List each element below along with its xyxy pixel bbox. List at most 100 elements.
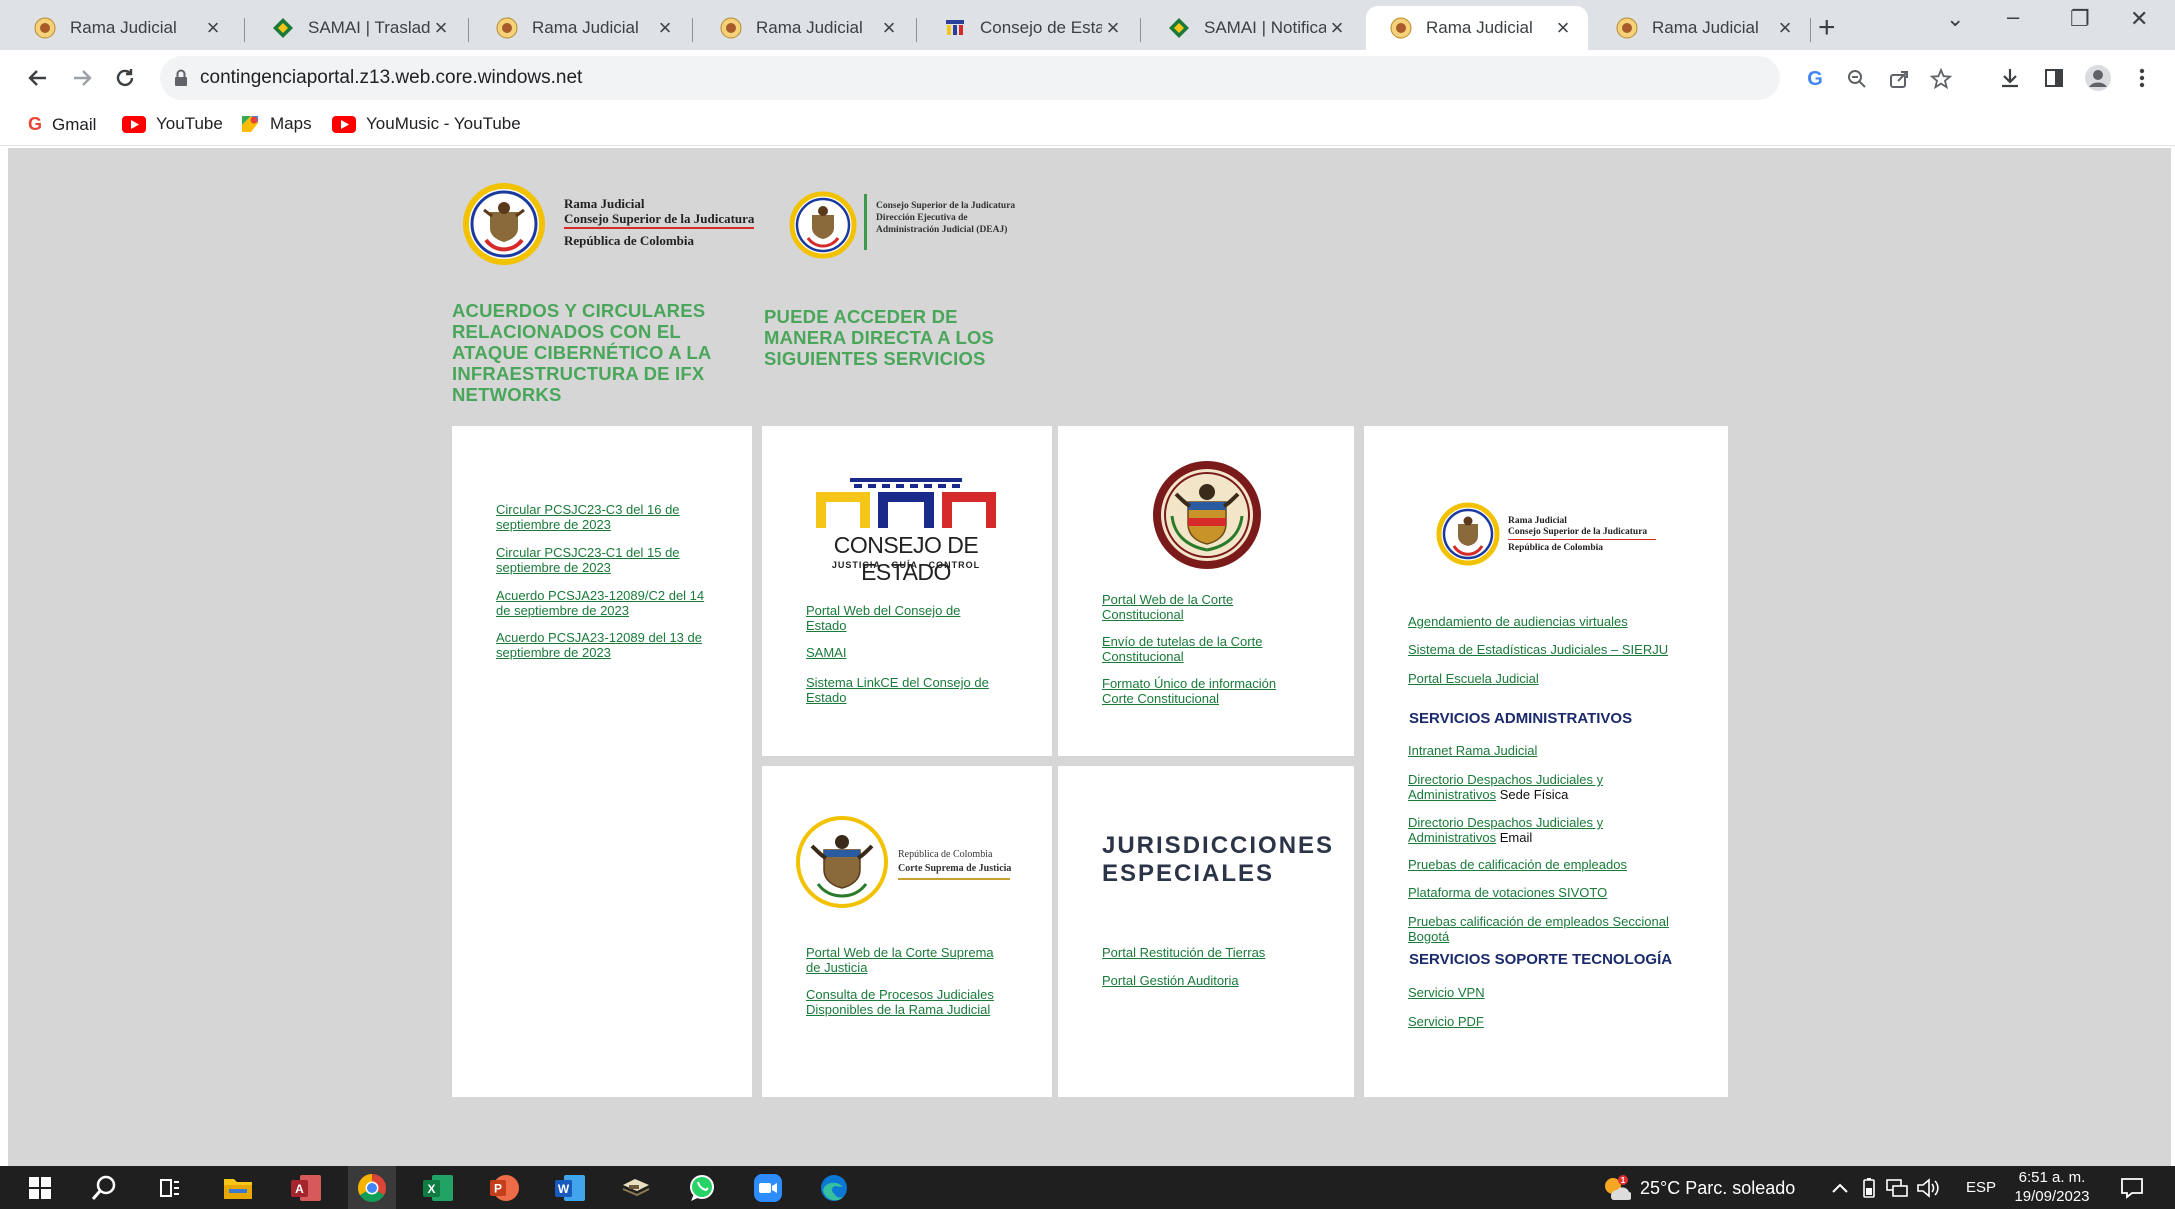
link-acuerdo-c2[interactable]: Acuerdo PCSJA23-12089/C2 del 14 de septi… [496,588,722,618]
link-samai[interactable]: SAMAI [806,645,986,660]
link-pruebas-calificacion[interactable]: Pruebas de calificación de empleados [1408,857,1627,872]
bookmark-star-icon[interactable] [1924,62,1958,96]
browser-toolbar: contingenciaportal.z13.web.core.windows.… [0,50,2175,106]
search-icon[interactable] [84,1170,124,1206]
link-sierju[interactable]: Sistema de Estadísticas Judiciales – SIE… [1408,642,1708,657]
tab-rama-judicial-3[interactable]: Rama Judicial × [696,6,914,50]
tab-rama-judicial-2[interactable]: Rama Judicial × [472,6,690,50]
link-linkce[interactable]: Sistema LinkCE del Consejo de Estado [806,675,1006,705]
close-tab-icon[interactable]: × [654,17,676,39]
chrome-icon[interactable] [352,1170,392,1206]
tab-rama-judicial-4[interactable]: Rama Judicial × [1592,6,1810,50]
whatsapp-icon[interactable] [682,1170,722,1206]
rama-small-logo-text: Rama Judicial Consejo Superior de la Jud… [1508,516,1656,554]
access-icon[interactable]: A [286,1170,326,1206]
consejo-logo-sub: JUSTICIA · GUÍA · CONTROL [831,560,981,570]
tab-rama-judicial-active[interactable]: Rama Judicial × [1366,6,1588,50]
close-tab-icon[interactable]: × [202,17,224,39]
link-formato-unico[interactable]: Formato Único de información Corte Const… [1102,676,1302,706]
task-view-icon[interactable] [150,1170,190,1206]
restore-button[interactable]: ❐ [2070,6,2090,32]
minimize-button[interactable]: – [2007,4,2019,30]
close-tab-icon[interactable]: × [878,17,900,39]
link-circular-c1[interactable]: Circular PCSJC23-C1 del 15 de septiembre… [496,545,716,575]
link-intranet[interactable]: Intranet Rama Judicial [1408,743,1537,758]
download-icon[interactable] [1992,60,2028,96]
link-sivoto[interactable]: Plataforma de votaciones SIVOTO [1408,885,1607,900]
clock[interactable]: 6:51 a. m. 19/09/2023 [2012,1168,2092,1206]
google-lens-icon[interactable]: G [1798,62,1832,96]
tab-separator [692,18,693,42]
language-indicator[interactable]: ESP [1966,1179,1996,1196]
weather-icon[interactable]: 1 [1596,1170,1636,1206]
side-panel-icon[interactable] [2036,60,2072,96]
link-acuerdo-12089[interactable]: Acuerdo PCSJA23-12089 del 13 de septiemb… [496,630,722,660]
svg-text:P: P [494,1182,502,1196]
word-icon[interactable]: W [550,1170,590,1206]
file-explorer-icon[interactable] [218,1170,258,1206]
kebab-menu-icon[interactable] [2124,60,2160,96]
link-pruebas-bogota[interactable]: Pruebas calificación de empleados Seccio… [1408,914,1669,944]
bookmark-gmail[interactable]: G Gmail [28,114,96,135]
tab-samai-traslados[interactable]: SAMAI | Traslados × [248,6,466,50]
battery-icon[interactable] [1856,1170,1882,1206]
network-icon[interactable] [1882,1170,1912,1206]
zoom-icon[interactable] [1840,62,1874,96]
close-tab-icon[interactable]: × [1552,17,1574,39]
deaj-logo: Consejo Superior de la Judicatura Direcc… [788,190,1048,262]
address-bar[interactable]: contingenciaportal.z13.web.core.windows.… [160,56,1952,100]
new-tab-button[interactable]: + [1818,11,1836,45]
zoom-icon[interactable] [748,1170,788,1206]
url-text[interactable]: contingenciaportal.z13.web.core.windows.… [200,67,582,89]
consejo-building-icon [816,478,996,528]
notifications-icon[interactable] [2112,1170,2152,1206]
coat-of-arms-seal-icon [789,191,857,259]
tab-rama-judicial-1[interactable]: Rama Judicial × [10,6,238,50]
bookmark-maps[interactable]: Maps [240,114,312,134]
close-tab-icon[interactable]: × [1326,17,1348,39]
link-servicio-vpn[interactable]: Servicio VPN [1408,985,1608,1000]
close-tab-icon[interactable]: × [1774,17,1796,39]
coat-of-arms-seal-icon [463,183,545,265]
youtube-icon [122,115,146,133]
tab-consejo-de-estado[interactable]: Consejo de Estado × [920,6,1138,50]
heading-soporte-tecnologia: SERVICIOS SOPORTE TECNOLOGÍA [1409,951,1673,968]
link-escuela-judicial[interactable]: Portal Escuela Judicial [1408,671,1708,686]
link-gestion-auditoria[interactable]: Portal Gestión Auditoria [1102,973,1322,988]
close-tab-icon[interactable]: × [1102,17,1124,39]
tab-search-chevron-icon[interactable]: ⌄ [1946,6,1964,32]
volume-icon[interactable] [1912,1170,1946,1206]
link-portal-corte-constitucional[interactable]: Portal Web de la Corte Constitucional [1102,592,1292,622]
lock-icon[interactable] [174,69,188,87]
edge-icon[interactable] [814,1170,854,1206]
forward-button[interactable] [62,58,102,98]
link-portal-consejo[interactable]: Portal Web del Consejo de Estado [806,603,986,633]
excel-icon[interactable]: X [418,1170,458,1206]
link-servicio-pdf[interactable]: Servicio PDF [1408,1014,1608,1029]
jurisdicciones-title: JURISDICCIONES ESPECIALES [1102,832,1335,887]
admin-link-row: Intranet Rama Judicial [1408,743,1648,758]
card-rama-servicios: Rama Judicial Consejo Superior de la Jud… [1364,426,1728,1097]
link-circular-c3[interactable]: Circular PCSJC23-C3 del 16 de septiembre… [496,502,716,532]
link-restitucion-tierras[interactable]: Portal Restitución de Tierras [1102,945,1322,960]
link-agendamiento-audiencias[interactable]: Agendamiento de audiencias virtuales [1408,614,1708,629]
tab-samai-notificacio[interactable]: SAMAI | Notificacio × [1144,6,1362,50]
admin-link-row: Plataforma de votaciones SIVOTO [1408,885,1708,900]
reload-button[interactable] [105,58,145,98]
back-button[interactable] [18,58,58,98]
consejo-icon [946,20,964,35]
link-envio-tutelas[interactable]: Envío de tutelas de la Corte Constitucio… [1102,634,1292,664]
bookmark-youmusic[interactable]: YouMusic - YouTube [332,114,521,134]
app-icon[interactable] [616,1170,656,1206]
chevron-up-icon[interactable] [1826,1170,1854,1206]
powerpoint-icon[interactable]: P [484,1170,524,1206]
bookmark-youtube[interactable]: YouTube [122,114,223,134]
link-consulta-procesos[interactable]: Consulta de Procesos Judiciales Disponib… [806,987,1016,1017]
weather-text[interactable]: 25°C Parc. soleado [1640,1178,1795,1199]
close-window-button[interactable]: ✕ [2130,6,2148,32]
windows-start-icon[interactable] [20,1170,60,1206]
profile-avatar-icon[interactable] [2080,60,2116,96]
link-portal-corte-suprema[interactable]: Portal Web de la Corte Suprema de Justic… [806,945,1006,975]
share-icon[interactable] [1882,62,1916,96]
close-tab-icon[interactable]: × [430,17,452,39]
